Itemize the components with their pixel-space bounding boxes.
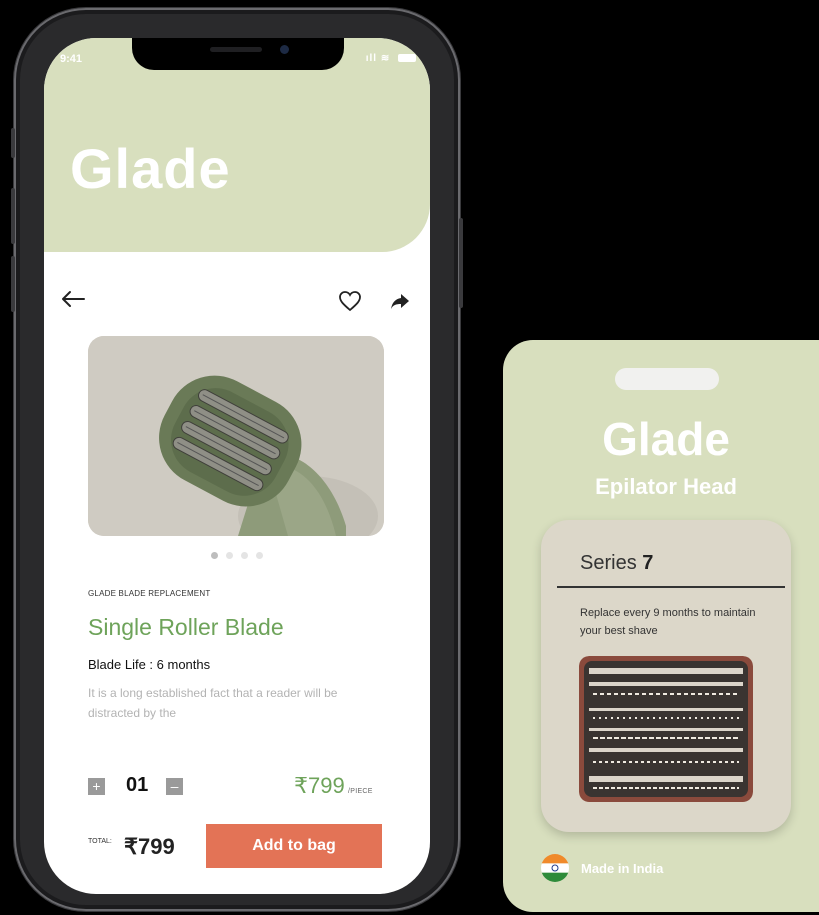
quantity-value: 01 xyxy=(126,774,149,796)
signal-icon: ıll xyxy=(365,53,378,64)
india-flag-icon xyxy=(541,854,569,882)
heart-icon[interactable] xyxy=(338,290,362,312)
add-to-bag-button[interactable]: Add to bag xyxy=(206,824,382,868)
status-time: 9:41 xyxy=(60,53,83,65)
blister-pack: Series 7 Replace every 9 months to maint… xyxy=(541,520,791,832)
pagination-dot[interactable] xyxy=(226,552,233,559)
pagination-dot[interactable] xyxy=(256,552,263,559)
blade-life: Blade Life : 6 months xyxy=(88,657,211,672)
epilator-head-image xyxy=(579,656,753,802)
battery-icon xyxy=(398,54,416,63)
product-category: GLADE BLADE REPLACEMENT xyxy=(88,589,211,598)
volume-up-button xyxy=(11,188,15,244)
brand-logo: Glade xyxy=(70,137,231,200)
divider xyxy=(557,586,785,588)
phone-screen: 9:41 ıll ≋ Glade GLADE BLADE REPLACEMENT… xyxy=(44,38,430,894)
image-pagination xyxy=(44,546,430,564)
phone-mockup: 9:41 ıll ≋ Glade GLADE BLADE REPLACEMENT… xyxy=(11,8,463,911)
price-unit: /PIECE xyxy=(348,788,373,795)
hero-header: 9:41 ıll ≋ Glade xyxy=(44,38,430,252)
pagination-dot[interactable] xyxy=(211,552,218,559)
arrow-left-icon[interactable] xyxy=(60,288,86,312)
power-button xyxy=(459,218,463,308)
product-name: Single Roller Blade xyxy=(88,614,284,640)
package-subtitle: Epilator Head xyxy=(595,474,737,499)
unit-price: ₹799 xyxy=(294,773,345,798)
volume-down-button xyxy=(11,256,15,312)
total-label: TOTAL: xyxy=(88,838,112,845)
silent-switch xyxy=(11,128,15,158)
origin-text: Made in India xyxy=(581,861,664,876)
product-image[interactable] xyxy=(88,336,384,536)
quantity-increase-button[interactable]: + xyxy=(88,778,105,795)
series-number: 7 xyxy=(642,552,654,574)
package-brand: Glade xyxy=(602,413,730,465)
wifi-icon: ≋ xyxy=(380,53,391,64)
replace-note: Replace every 9 months to maintain your … xyxy=(580,607,756,637)
status-icons: ıll ≋ xyxy=(366,53,416,64)
front-camera xyxy=(280,45,289,54)
share-icon[interactable] xyxy=(388,290,412,312)
series-label: Series 7 xyxy=(580,552,653,575)
notch xyxy=(132,38,344,70)
hang-hole xyxy=(615,368,719,390)
product-description: It is a long established fact that a rea… xyxy=(88,686,338,720)
total-value: ₹799 xyxy=(124,834,175,859)
pagination-dot[interactable] xyxy=(241,552,248,559)
speaker-grille xyxy=(210,47,262,52)
series-prefix: Series xyxy=(580,552,637,574)
quantity-decrease-button[interactable]: – xyxy=(166,778,183,795)
package-card: Glade Epilator Head Series 7 Replace eve… xyxy=(503,340,819,912)
